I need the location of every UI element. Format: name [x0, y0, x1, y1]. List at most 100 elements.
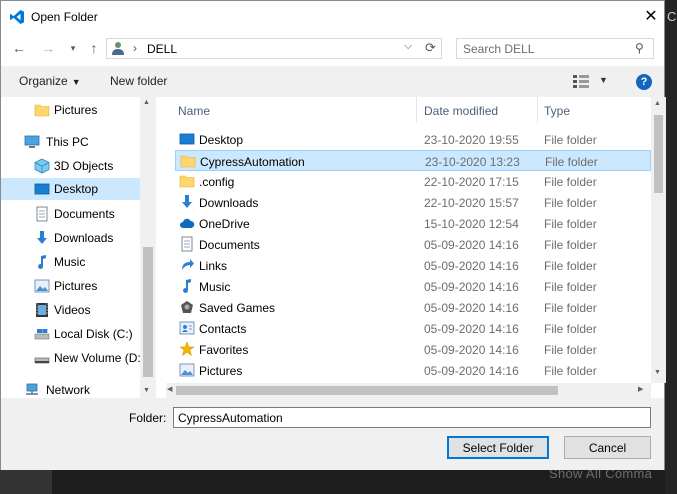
picture-icon	[34, 279, 50, 293]
file-row-pictures[interactable]: Pictures 05-09-2020 14:16 File folder	[175, 360, 651, 381]
scroll-down-icon[interactable]: ▼	[654, 369, 661, 376]
sidebar-item-label: Desktop	[54, 182, 99, 196]
caret-down-icon: ▼	[71, 77, 81, 87]
breadcrumb-dell[interactable]: DELL	[147, 42, 177, 56]
arrow-right-icon: →	[41, 40, 55, 56]
help-icon[interactable]: ?	[636, 74, 652, 90]
sidebar-item-label: Pictures	[54, 279, 98, 293]
file-row-links[interactable]: Links 05-09-2020 14:16 File folder	[175, 255, 651, 276]
back-button[interactable]: ←	[11, 40, 27, 56]
folder-name-input[interactable]	[173, 407, 651, 428]
vscode-icon	[10, 10, 24, 24]
drive-icon	[34, 357, 50, 364]
arrow-left-icon: ←	[12, 40, 26, 56]
sidebar-item-pictures-quick[interactable]: Pictures	[1, 99, 140, 121]
editor-corner-text: C	[667, 9, 677, 24]
sidebar-item-documents[interactable]: Documents	[1, 203, 140, 225]
sidebar-item-label: Downloads	[54, 231, 114, 245]
file-row-cypressautomation[interactable]: CypressAutomation 23-10-2020 13:23 File …	[175, 150, 651, 171]
computer-icon	[24, 135, 40, 148]
file-row-favorites[interactable]: Favorites 05-09-2020 14:16 File folder	[175, 339, 651, 360]
sidebar-item-music[interactable]: Music	[1, 251, 140, 273]
content-area: Pictures This PC 3D Objects Desktop Docu…	[1, 97, 666, 398]
organize-menu[interactable]: Organize ▼	[19, 74, 81, 88]
file-list: Name Date modified Type Desktop 23-10-20…	[166, 97, 666, 398]
scroll-down-icon[interactable]: ▼	[143, 387, 150, 394]
file-row-music[interactable]: Music 05-09-2020 14:16 File folder	[175, 276, 651, 297]
file-list-horizontal-scrollbar[interactable]: ◀ ▶	[166, 383, 651, 398]
sidebar-item-label: Documents	[54, 207, 115, 221]
organize-label: Organize	[19, 74, 68, 88]
close-icon: ✕	[644, 8, 658, 25]
scroll-up-icon[interactable]: ▲	[654, 100, 661, 107]
document-icon	[36, 206, 48, 222]
column-header-type[interactable]: Type	[538, 97, 648, 123]
sidebar-item-local-disk[interactable]: Local Disk (C:)	[1, 323, 140, 345]
select-folder-button[interactable]: Select Folder	[447, 436, 549, 459]
file-row-downloads[interactable]: Downloads 22-10-2020 15:57 File folder	[175, 192, 651, 213]
sidebar-item-desktop[interactable]: Desktop	[1, 178, 140, 200]
editor-background-panel	[665, 0, 677, 494]
title-bar: Open Folder ✕	[1, 1, 664, 32]
dialog-footer: Folder: Select Folder Cancel	[1, 398, 664, 470]
search-icon: ⚲	[635, 41, 644, 55]
forward-button[interactable]: →	[40, 40, 56, 56]
sidebar-item-label: Pictures	[54, 103, 98, 117]
folder-label: Folder:	[129, 411, 167, 425]
sidebar-item-pictures[interactable]: Pictures	[1, 275, 140, 297]
search-box[interactable]: Search DELL ⚲	[456, 38, 654, 59]
scroll-up-icon[interactable]: ▲	[143, 99, 150, 106]
sidebar-item-label: This PC	[46, 135, 89, 149]
recent-locations-button[interactable]: ▾	[65, 40, 81, 56]
star-icon	[179, 341, 195, 357]
sidebar-item-label: New Volume (D:	[54, 351, 141, 365]
sidebar-scroll-thumb[interactable]	[143, 247, 153, 377]
file-row-desktop[interactable]: Desktop 23-10-2020 19:55 File folder	[175, 129, 651, 150]
sidebar-item-downloads[interactable]: Downloads	[1, 227, 140, 249]
cancel-button[interactable]: Cancel	[564, 436, 651, 459]
address-dropdown-icon[interactable]: ⌵	[404, 40, 412, 53]
cube-icon	[34, 158, 50, 174]
close-button[interactable]: ✕	[641, 7, 661, 27]
desktop-icon	[34, 183, 50, 195]
folder-icon	[34, 104, 50, 117]
sidebar-item-label: Local Disk (C:)	[54, 327, 133, 341]
sidebar-scrollbar[interactable]: ▲ ▼	[140, 97, 156, 398]
arrow-up-icon: ↑	[90, 40, 98, 56]
horizontal-scroll-thumb[interactable]	[176, 386, 558, 395]
file-row-saved-games[interactable]: Saved Games 05-09-2020 14:16 File folder	[175, 297, 651, 318]
file-row-config[interactable]: .config 22-10-2020 17:15 File folder	[175, 171, 651, 192]
vertical-scroll-thumb[interactable]	[654, 115, 663, 193]
view-dropdown-icon[interactable]: ▼	[599, 75, 608, 85]
file-row-onedrive[interactable]: OneDrive 15-10-2020 12:54 File folder	[175, 213, 651, 234]
sidebar-item-network[interactable]: Network	[1, 379, 140, 398]
contact-icon	[179, 321, 195, 335]
sidebar-item-new-volume[interactable]: New Volume (D:	[1, 347, 141, 369]
open-folder-dialog: Open Folder ✕ ← → ▾ ↑ › DELL ⌵ ⟳ Search …	[0, 0, 666, 470]
cloud-icon	[180, 218, 195, 228]
scroll-left-icon[interactable]: ◀	[167, 385, 172, 393]
sidebar-item-label: 3D Objects	[54, 159, 114, 173]
user-folder-icon	[112, 42, 124, 55]
column-header-date[interactable]: Date modified	[417, 97, 537, 123]
music-icon	[38, 255, 46, 269]
file-row-contacts[interactable]: Contacts 05-09-2020 14:16 File folder	[175, 318, 651, 339]
scroll-right-icon[interactable]: ▶	[638, 385, 643, 393]
sidebar-item-label: Music	[54, 255, 86, 269]
navigation-bar: ← → ▾ ↑ › DELL ⌵ ⟳ Search DELL ⚲	[1, 32, 664, 66]
sidebar-item-3d-objects[interactable]: 3D Objects	[1, 155, 140, 177]
up-button[interactable]: ↑	[86, 40, 102, 56]
sidebar-item-this-pc[interactable]: This PC	[1, 131, 140, 153]
sidebar-item-label: Network	[46, 383, 91, 397]
link-icon	[182, 259, 194, 270]
window-title: Open Folder	[31, 10, 98, 24]
address-bar[interactable]: › DELL ⌵ ⟳	[106, 38, 442, 59]
view-options-icon[interactable]	[573, 75, 589, 88]
sidebar-item-videos[interactable]: Videos	[1, 299, 140, 321]
refresh-icon[interactable]: ⟳	[425, 40, 436, 56]
navigation-pane: Pictures This PC 3D Objects Desktop Docu…	[1, 97, 156, 398]
new-folder-button[interactable]: New folder	[110, 74, 167, 88]
file-list-vertical-scrollbar[interactable]: ▲ ▼	[651, 97, 666, 383]
file-row-documents[interactable]: Documents 05-09-2020 14:16 File folder	[175, 234, 651, 255]
column-header-name[interactable]: Name	[166, 97, 416, 123]
